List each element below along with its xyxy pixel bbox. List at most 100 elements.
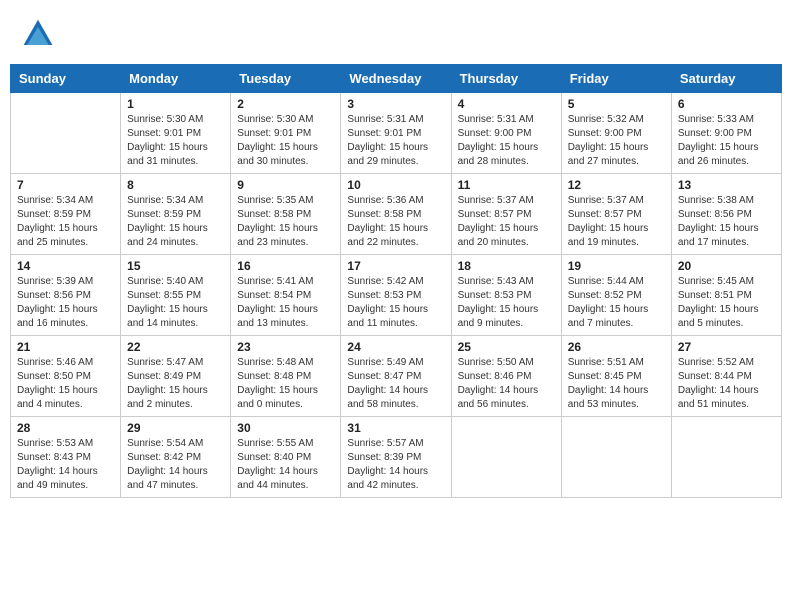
day-number: 1 bbox=[127, 97, 224, 111]
day-info: Sunrise: 5:30 AMSunset: 9:01 PMDaylight:… bbox=[127, 113, 224, 169]
day-number: 3 bbox=[347, 97, 444, 111]
day-info: Sunrise: 5:45 AMSunset: 8:51 PMDaylight:… bbox=[678, 275, 775, 331]
day-info: Sunrise: 5:33 AMSunset: 9:00 PMDaylight:… bbox=[678, 113, 775, 169]
day-info: Sunrise: 5:42 AMSunset: 8:53 PMDaylight:… bbox=[347, 275, 444, 331]
day-info: Sunrise: 5:48 AMSunset: 8:48 PMDaylight:… bbox=[237, 356, 334, 412]
day-info: Sunrise: 5:38 AMSunset: 8:56 PMDaylight:… bbox=[678, 194, 775, 250]
calendar-cell: 11 Sunrise: 5:37 AMSunset: 8:57 PMDaylig… bbox=[451, 174, 561, 255]
day-header-monday: Monday bbox=[121, 65, 231, 93]
day-header-sunday: Sunday bbox=[11, 65, 121, 93]
page-header bbox=[10, 10, 782, 58]
day-number: 29 bbox=[127, 421, 224, 435]
day-header-tuesday: Tuesday bbox=[231, 65, 341, 93]
day-info: Sunrise: 5:53 AMSunset: 8:43 PMDaylight:… bbox=[17, 437, 114, 493]
day-info: Sunrise: 5:37 AMSunset: 8:57 PMDaylight:… bbox=[458, 194, 555, 250]
calendar-cell: 21 Sunrise: 5:46 AMSunset: 8:50 PMDaylig… bbox=[11, 336, 121, 417]
calendar-cell: 25 Sunrise: 5:50 AMSunset: 8:46 PMDaylig… bbox=[451, 336, 561, 417]
day-number: 2 bbox=[237, 97, 334, 111]
day-header-thursday: Thursday bbox=[451, 65, 561, 93]
day-number: 22 bbox=[127, 340, 224, 354]
day-info: Sunrise: 5:39 AMSunset: 8:56 PMDaylight:… bbox=[17, 275, 114, 331]
calendar-cell: 24 Sunrise: 5:49 AMSunset: 8:47 PMDaylig… bbox=[341, 336, 451, 417]
day-number: 11 bbox=[458, 178, 555, 192]
day-number: 19 bbox=[568, 259, 665, 273]
day-number: 25 bbox=[458, 340, 555, 354]
calendar-cell: 1 Sunrise: 5:30 AMSunset: 9:01 PMDayligh… bbox=[121, 93, 231, 174]
calendar-table: SundayMondayTuesdayWednesdayThursdayFrid… bbox=[10, 64, 782, 498]
day-number: 28 bbox=[17, 421, 114, 435]
calendar-cell: 9 Sunrise: 5:35 AMSunset: 8:58 PMDayligh… bbox=[231, 174, 341, 255]
calendar-cell: 19 Sunrise: 5:44 AMSunset: 8:52 PMDaylig… bbox=[561, 255, 671, 336]
day-number: 9 bbox=[237, 178, 334, 192]
calendar-cell bbox=[671, 417, 781, 498]
week-row-4: 21 Sunrise: 5:46 AMSunset: 8:50 PMDaylig… bbox=[11, 336, 782, 417]
calendar-cell: 3 Sunrise: 5:31 AMSunset: 9:01 PMDayligh… bbox=[341, 93, 451, 174]
calendar-cell bbox=[561, 417, 671, 498]
calendar-cell: 27 Sunrise: 5:52 AMSunset: 8:44 PMDaylig… bbox=[671, 336, 781, 417]
calendar-cell: 28 Sunrise: 5:53 AMSunset: 8:43 PMDaylig… bbox=[11, 417, 121, 498]
calendar-cell bbox=[451, 417, 561, 498]
day-info: Sunrise: 5:36 AMSunset: 8:58 PMDaylight:… bbox=[347, 194, 444, 250]
calendar-cell: 22 Sunrise: 5:47 AMSunset: 8:49 PMDaylig… bbox=[121, 336, 231, 417]
week-row-5: 28 Sunrise: 5:53 AMSunset: 8:43 PMDaylig… bbox=[11, 417, 782, 498]
day-info: Sunrise: 5:32 AMSunset: 9:00 PMDaylight:… bbox=[568, 113, 665, 169]
calendar-cell: 10 Sunrise: 5:36 AMSunset: 8:58 PMDaylig… bbox=[341, 174, 451, 255]
calendar-cell: 30 Sunrise: 5:55 AMSunset: 8:40 PMDaylig… bbox=[231, 417, 341, 498]
week-row-2: 7 Sunrise: 5:34 AMSunset: 8:59 PMDayligh… bbox=[11, 174, 782, 255]
day-info: Sunrise: 5:47 AMSunset: 8:49 PMDaylight:… bbox=[127, 356, 224, 412]
week-row-1: 1 Sunrise: 5:30 AMSunset: 9:01 PMDayligh… bbox=[11, 93, 782, 174]
day-header-friday: Friday bbox=[561, 65, 671, 93]
calendar-cell: 17 Sunrise: 5:42 AMSunset: 8:53 PMDaylig… bbox=[341, 255, 451, 336]
calendar-cell: 15 Sunrise: 5:40 AMSunset: 8:55 PMDaylig… bbox=[121, 255, 231, 336]
day-number: 12 bbox=[568, 178, 665, 192]
day-number: 27 bbox=[678, 340, 775, 354]
day-number: 30 bbox=[237, 421, 334, 435]
calendar-cell: 4 Sunrise: 5:31 AMSunset: 9:00 PMDayligh… bbox=[451, 93, 561, 174]
day-info: Sunrise: 5:30 AMSunset: 9:01 PMDaylight:… bbox=[237, 113, 334, 169]
day-info: Sunrise: 5:31 AMSunset: 9:01 PMDaylight:… bbox=[347, 113, 444, 169]
day-number: 26 bbox=[568, 340, 665, 354]
day-info: Sunrise: 5:37 AMSunset: 8:57 PMDaylight:… bbox=[568, 194, 665, 250]
calendar-cell: 18 Sunrise: 5:43 AMSunset: 8:53 PMDaylig… bbox=[451, 255, 561, 336]
day-number: 7 bbox=[17, 178, 114, 192]
calendar-cell: 26 Sunrise: 5:51 AMSunset: 8:45 PMDaylig… bbox=[561, 336, 671, 417]
day-info: Sunrise: 5:35 AMSunset: 8:58 PMDaylight:… bbox=[237, 194, 334, 250]
day-info: Sunrise: 5:49 AMSunset: 8:47 PMDaylight:… bbox=[347, 356, 444, 412]
day-number: 8 bbox=[127, 178, 224, 192]
day-info: Sunrise: 5:54 AMSunset: 8:42 PMDaylight:… bbox=[127, 437, 224, 493]
day-number: 16 bbox=[237, 259, 334, 273]
day-number: 15 bbox=[127, 259, 224, 273]
day-number: 31 bbox=[347, 421, 444, 435]
day-info: Sunrise: 5:51 AMSunset: 8:45 PMDaylight:… bbox=[568, 356, 665, 412]
day-header-saturday: Saturday bbox=[671, 65, 781, 93]
day-info: Sunrise: 5:55 AMSunset: 8:40 PMDaylight:… bbox=[237, 437, 334, 493]
day-info: Sunrise: 5:46 AMSunset: 8:50 PMDaylight:… bbox=[17, 356, 114, 412]
logo-icon bbox=[20, 18, 56, 54]
day-info: Sunrise: 5:41 AMSunset: 8:54 PMDaylight:… bbox=[237, 275, 334, 331]
day-header-wednesday: Wednesday bbox=[341, 65, 451, 93]
calendar-cell: 23 Sunrise: 5:48 AMSunset: 8:48 PMDaylig… bbox=[231, 336, 341, 417]
week-row-3: 14 Sunrise: 5:39 AMSunset: 8:56 PMDaylig… bbox=[11, 255, 782, 336]
day-number: 10 bbox=[347, 178, 444, 192]
calendar-cell: 12 Sunrise: 5:37 AMSunset: 8:57 PMDaylig… bbox=[561, 174, 671, 255]
day-info: Sunrise: 5:57 AMSunset: 8:39 PMDaylight:… bbox=[347, 437, 444, 493]
calendar-cell: 13 Sunrise: 5:38 AMSunset: 8:56 PMDaylig… bbox=[671, 174, 781, 255]
day-number: 4 bbox=[458, 97, 555, 111]
day-info: Sunrise: 5:43 AMSunset: 8:53 PMDaylight:… bbox=[458, 275, 555, 331]
calendar-cell: 29 Sunrise: 5:54 AMSunset: 8:42 PMDaylig… bbox=[121, 417, 231, 498]
logo bbox=[20, 18, 60, 54]
day-number: 6 bbox=[678, 97, 775, 111]
day-number: 20 bbox=[678, 259, 775, 273]
day-info: Sunrise: 5:44 AMSunset: 8:52 PMDaylight:… bbox=[568, 275, 665, 331]
calendar-cell: 2 Sunrise: 5:30 AMSunset: 9:01 PMDayligh… bbox=[231, 93, 341, 174]
calendar-cell: 6 Sunrise: 5:33 AMSunset: 9:00 PMDayligh… bbox=[671, 93, 781, 174]
day-info: Sunrise: 5:34 AMSunset: 8:59 PMDaylight:… bbox=[127, 194, 224, 250]
day-info: Sunrise: 5:52 AMSunset: 8:44 PMDaylight:… bbox=[678, 356, 775, 412]
day-number: 23 bbox=[237, 340, 334, 354]
day-number: 21 bbox=[17, 340, 114, 354]
day-info: Sunrise: 5:34 AMSunset: 8:59 PMDaylight:… bbox=[17, 194, 114, 250]
day-number: 14 bbox=[17, 259, 114, 273]
day-number: 13 bbox=[678, 178, 775, 192]
calendar-cell: 16 Sunrise: 5:41 AMSunset: 8:54 PMDaylig… bbox=[231, 255, 341, 336]
day-number: 18 bbox=[458, 259, 555, 273]
